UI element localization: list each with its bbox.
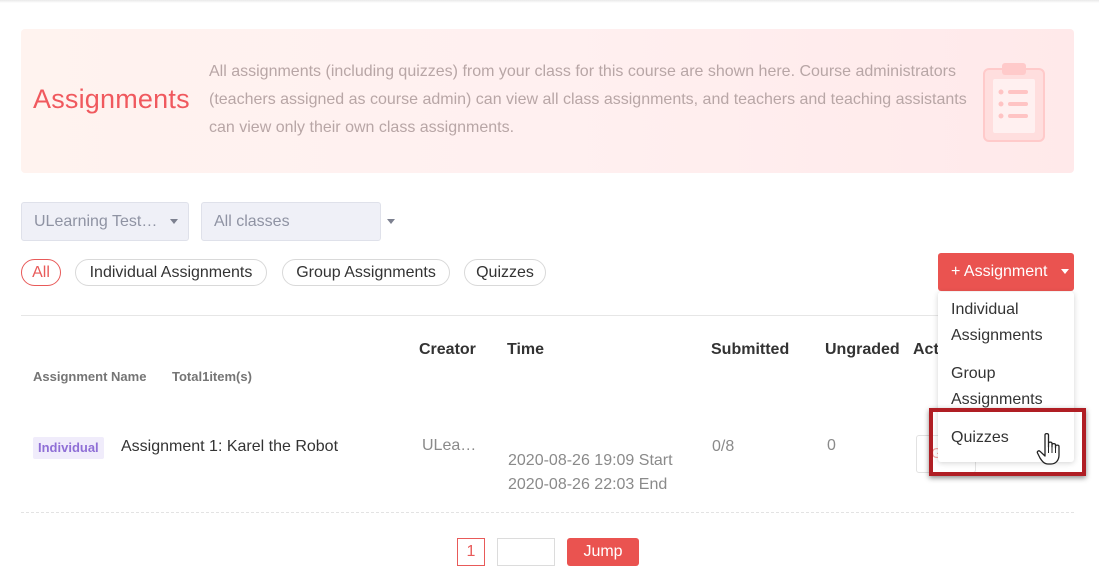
class-select[interactable]: All classes <box>201 202 381 241</box>
clipboard-icon <box>983 63 1045 142</box>
top-shadow-line <box>0 0 1099 3</box>
chevron-down-icon[interactable] <box>387 219 395 224</box>
column-header-ungraded: Ungraded <box>825 341 900 358</box>
chevron-down-icon <box>170 219 178 224</box>
start-time: 2020-08-26 19:09 Start <box>508 452 673 469</box>
column-header-time: Time <box>507 341 545 358</box>
tab-quizzes[interactable]: Quizzes <box>464 259 546 286</box>
assignment-name-link[interactable]: Assignment 1: Karel the Robot <box>121 438 338 456</box>
course-select-value: ULearning Test… <box>34 213 158 230</box>
end-time: 2020-08-26 22:03 End <box>508 476 668 493</box>
add-assignment-label: + Assignment <box>951 263 1048 280</box>
submitted-count: 0/8 <box>712 438 735 455</box>
hand-pointer-icon <box>1036 433 1060 465</box>
jump-page-input[interactable] <box>497 538 555 566</box>
pagination-page-1[interactable]: 1 <box>457 538 485 566</box>
column-header-action: Act <box>913 341 939 358</box>
total-items-count: Total1item(s) <box>172 369 252 384</box>
menu-item-individual-assignments[interactable]: Individual Assignments <box>951 297 1061 349</box>
caret-down-icon <box>1061 269 1069 274</box>
menu-item-group-assignments[interactable]: Group Assignments <box>951 361 1061 413</box>
add-assignment-button[interactable]: + Assignment <box>938 253 1074 291</box>
ungraded-count: 0 <box>827 437 836 454</box>
banner-description: All assignments (including quizzes) from… <box>209 63 967 136</box>
creator-name: ULea… <box>422 437 477 454</box>
column-header-assignment-name: Assignment Name <box>33 369 147 384</box>
column-header-submitted: Submitted <box>711 341 790 358</box>
table-bottom-divider <box>21 512 1074 513</box>
tab-individual-assignments[interactable]: Individual Assignments <box>75 259 267 286</box>
jump-button[interactable]: Jump <box>567 538 639 566</box>
type-badge: Individual <box>33 437 104 459</box>
assignments-banner: Assignments All assignments (including q… <box>21 29 1074 173</box>
tab-all[interactable]: All <box>21 259 61 286</box>
class-select-value: All classes <box>214 213 290 230</box>
page-title: Assignments <box>33 84 190 114</box>
column-header-creator: Creator <box>419 341 476 358</box>
tab-group-assignments[interactable]: Group Assignments <box>282 259 450 286</box>
course-select[interactable]: ULearning Test… <box>21 202 189 241</box>
table-top-divider <box>21 315 1074 316</box>
